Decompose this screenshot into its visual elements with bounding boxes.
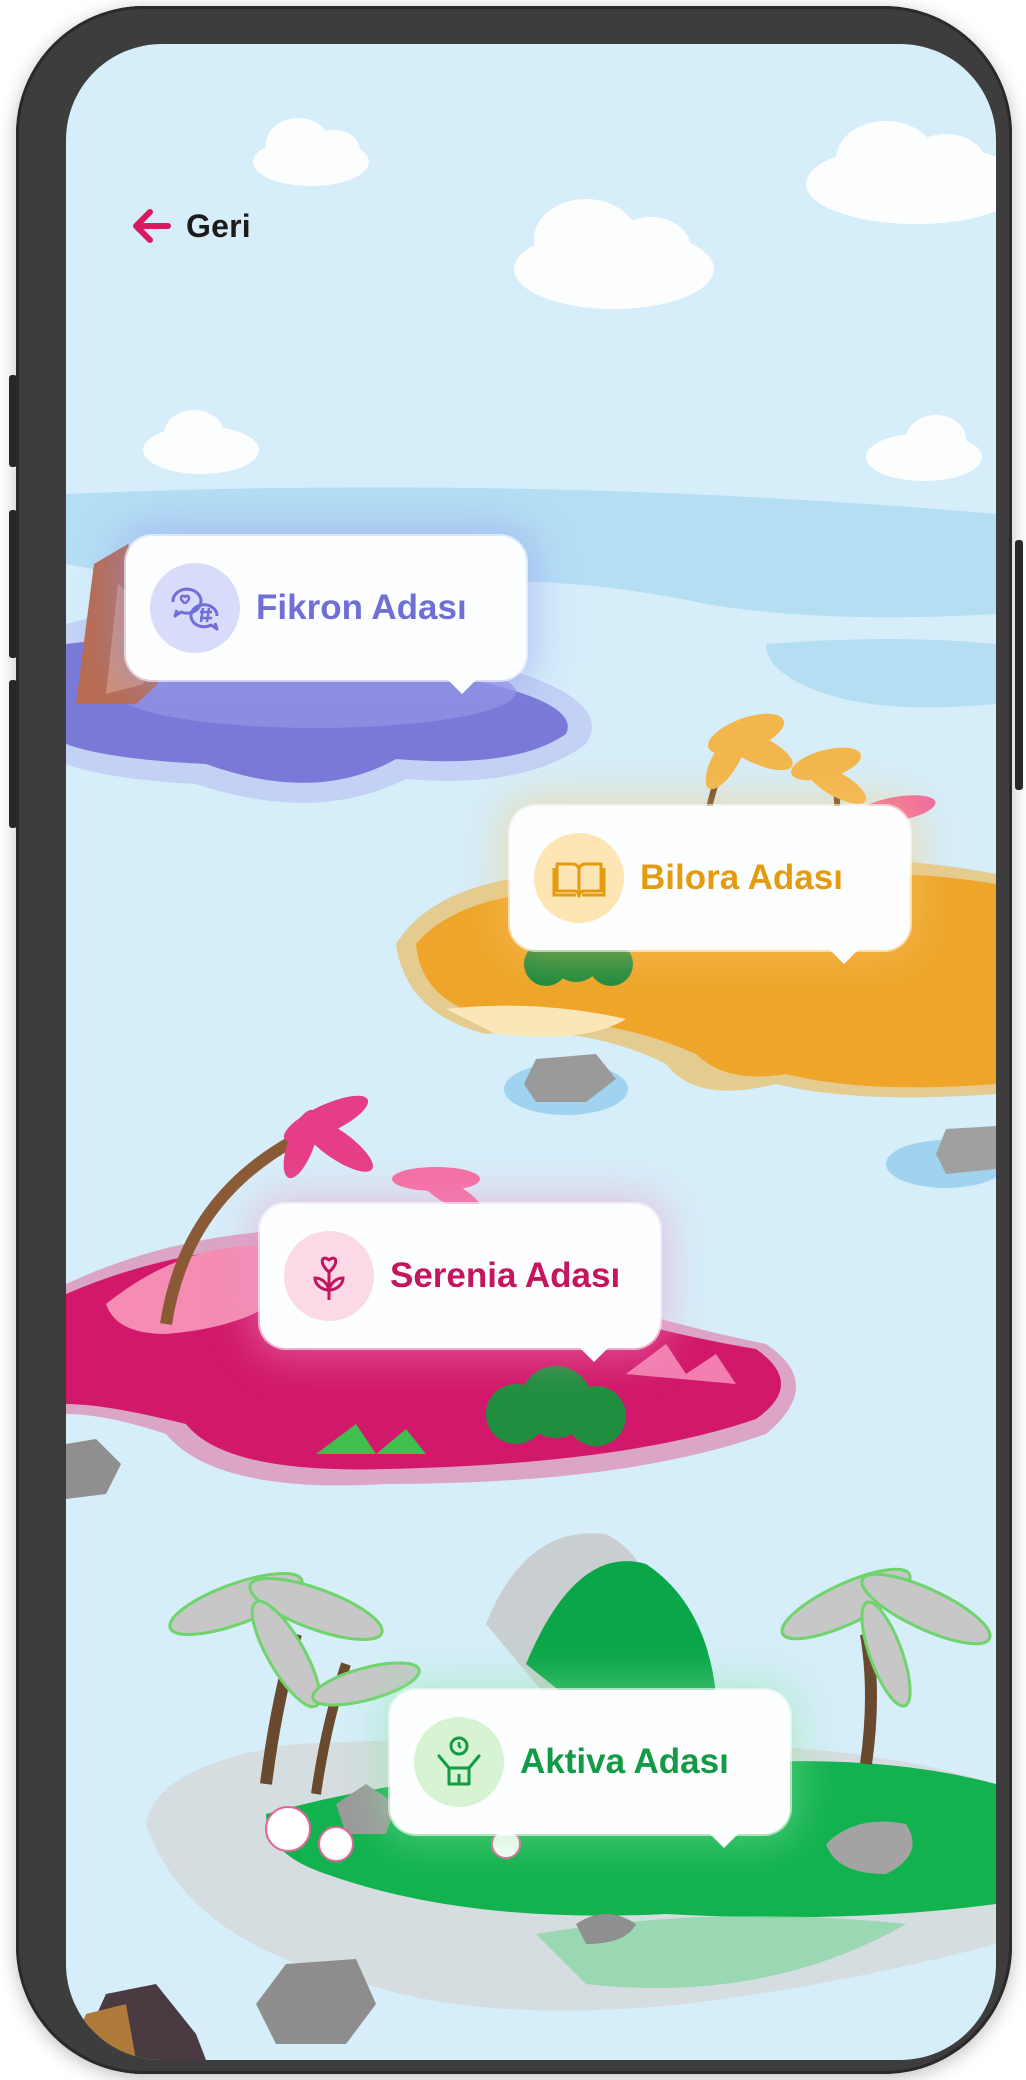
card-pointer: [708, 1832, 740, 1848]
back-label: Geri: [186, 207, 251, 244]
water-band: [766, 639, 996, 708]
cloud: [143, 410, 259, 474]
app-screen: Geri Fikron Adası Bilora Adası Serenia A…: [66, 44, 996, 2060]
island-name-bilora: Bilora Adası: [640, 858, 843, 897]
fikron-badge: [150, 563, 240, 653]
island-card-aktiva[interactable]: Aktiva Adası: [390, 1690, 790, 1848]
card-pointer: [828, 948, 860, 964]
island-name-aktiva: Aktiva Adası: [520, 1742, 729, 1781]
cloud: [253, 118, 369, 186]
clouds: [143, 118, 996, 481]
person-activity-icon: [437, 1736, 481, 1786]
rock-bottom-brown: [66, 2004, 136, 2060]
serenia-badge: [284, 1231, 374, 1321]
cloud: [514, 199, 714, 309]
aktiva-badge: [414, 1717, 504, 1807]
phone-power-button: [1015, 540, 1023, 790]
card-pointer: [578, 1346, 610, 1362]
island-card-fikron[interactable]: Fikron Adası: [126, 536, 526, 694]
card-pointer: [446, 678, 478, 694]
bilora-badge: [534, 833, 624, 923]
rock-bottom: [256, 1959, 376, 2044]
island-card-serenia[interactable]: Serenia Adası: [260, 1204, 660, 1362]
island-name-fikron: Fikron Adası: [256, 588, 467, 627]
phone-frame: Geri Fikron Adası Bilora Adası Serenia A…: [16, 6, 1012, 2074]
cloud: [866, 415, 982, 481]
open-book-icon: [552, 862, 606, 898]
island-name-serenia: Serenia Adası: [390, 1256, 621, 1295]
back-button[interactable]: Geri: [130, 206, 251, 246]
cloud: [806, 121, 996, 224]
chat-hashtag-icon: [171, 587, 219, 631]
island-card-bilora[interactable]: Bilora Adası: [510, 806, 910, 964]
arrow-left-icon: [133, 209, 171, 243]
heart-flower-icon: [313, 1256, 345, 1300]
